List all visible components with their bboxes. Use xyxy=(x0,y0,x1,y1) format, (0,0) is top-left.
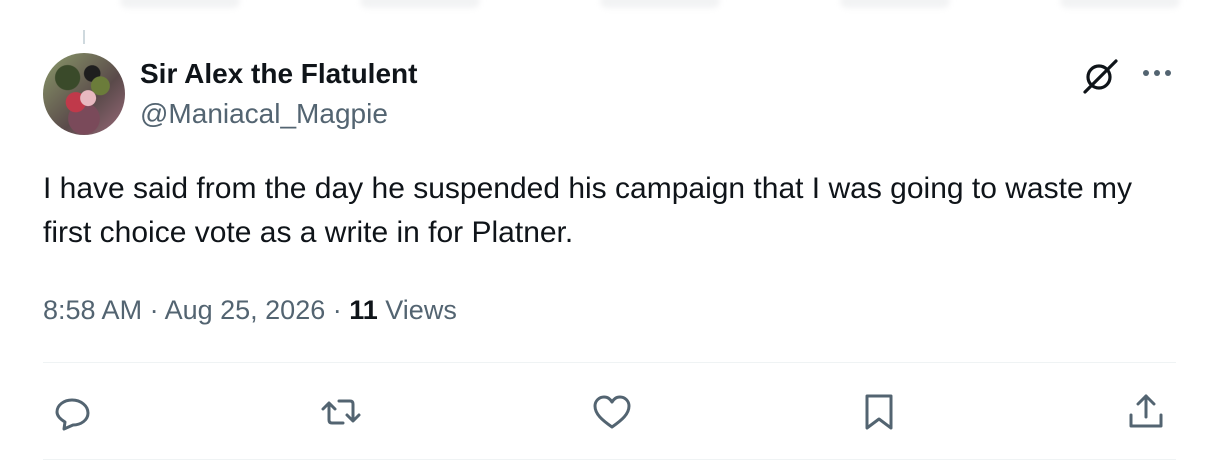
views-count: 11 xyxy=(349,295,378,325)
tweet-meta: 8:58 AM · Aug 25, 2026 · 11 Views xyxy=(43,293,457,327)
tweet-date[interactable]: Aug 25, 2026 xyxy=(165,295,326,325)
author-display-name[interactable]: Sir Alex the Flatulent xyxy=(140,58,417,90)
tweet-time[interactable]: 8:58 AM xyxy=(43,295,142,325)
share-button[interactable] xyxy=(1124,390,1168,434)
like-button[interactable] xyxy=(590,390,634,434)
divider xyxy=(43,362,1176,363)
share-icon xyxy=(1129,394,1163,428)
thread-connector-line xyxy=(83,30,85,44)
meta-separator: · xyxy=(142,295,165,325)
bookmark-button[interactable] xyxy=(857,390,901,434)
author-handle[interactable]: @Maniacal_Magpie xyxy=(140,98,388,130)
reply-button[interactable] xyxy=(51,390,95,434)
views-label: Views xyxy=(377,295,457,325)
divider xyxy=(43,459,1176,460)
reply-icon xyxy=(55,398,90,431)
retweet-icon xyxy=(321,399,361,425)
previous-tweet-fade xyxy=(0,0,1208,34)
meta-separator: · xyxy=(325,295,350,325)
retweet-button[interactable] xyxy=(319,390,363,434)
tweet-text: I have said from the day he suspended hi… xyxy=(43,172,1132,249)
like-icon xyxy=(593,395,631,429)
bookmark-icon xyxy=(865,394,893,430)
more-icon[interactable] xyxy=(1138,62,1176,86)
grok-icon[interactable] xyxy=(1080,57,1120,95)
avatar[interactable] xyxy=(43,53,125,135)
